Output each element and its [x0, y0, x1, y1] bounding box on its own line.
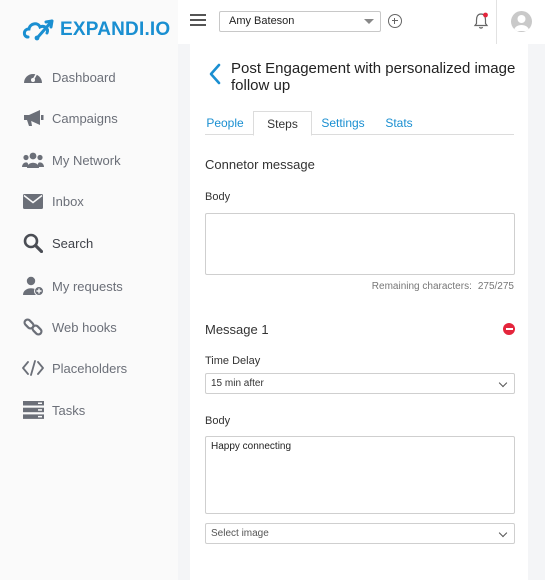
account-select-value: Amy Bateson	[229, 15, 295, 27]
tab-settings[interactable]: Settings	[318, 111, 368, 135]
remaining-characters: Remaining characters: 275/275	[372, 281, 514, 292]
rocket-cloud-logo-icon	[22, 19, 54, 41]
brand-logo[interactable]: EXPANDI.IO	[22, 14, 170, 46]
server-list-icon	[22, 399, 44, 421]
time-delay-select[interactable]: 15 min after	[205, 373, 515, 394]
connector-body-label: Body	[205, 191, 231, 203]
sidebar-item-my-requests[interactable]: My requests	[22, 275, 123, 297]
message-1-title: Message 1	[205, 322, 269, 337]
sidebar-item-campaigns[interactable]: Campaigns	[22, 107, 118, 129]
page-title: Post Engagement with personalized image …	[231, 60, 516, 94]
time-delay-label: Time Delay	[205, 355, 261, 367]
sidebar-item-inbox[interactable]: Inbox	[22, 190, 84, 212]
sidebar-item-my-network[interactable]: My Network	[22, 149, 121, 171]
add-circle-icon[interactable]	[388, 14, 402, 28]
dashboard-gauge-icon	[22, 66, 44, 88]
sidebar-item-label: My requests	[52, 278, 123, 294]
sidebar-item-label: Search	[52, 235, 94, 251]
tab-stats[interactable]: Stats	[383, 111, 415, 135]
chevron-down-icon	[498, 528, 508, 538]
sidebar-item-label: Dashboard	[52, 69, 116, 85]
megaphone-icon	[22, 107, 44, 129]
remove-message-icon[interactable]	[503, 323, 515, 335]
remaining-characters-label: Remaining characters:	[371, 281, 472, 292]
tab-people[interactable]: People	[205, 111, 245, 135]
sidebar-item-label: Inbox	[52, 193, 84, 209]
message-body-textarea[interactable]: Happy connecting	[205, 436, 515, 514]
user-plus-icon	[22, 275, 44, 297]
user-avatar-icon[interactable]	[511, 11, 532, 32]
notification-bell-icon[interactable]	[473, 12, 489, 30]
link-icon	[22, 316, 44, 338]
sidebar: EXPANDI.IO Dashboard Campaigns My Networ…	[0, 0, 178, 580]
top-bar-divider	[496, 0, 497, 44]
sidebar-item-label: Web hooks	[52, 319, 117, 335]
message-body-label: Body	[205, 415, 231, 427]
tab-bar: People Steps Settings Stats	[205, 111, 514, 136]
select-image-placeholder: Select image	[211, 528, 269, 539]
hamburger-menu-icon[interactable]	[190, 14, 206, 28]
brand-name: EXPANDI.IO	[60, 19, 171, 40]
envelope-icon	[22, 190, 44, 212]
sidebar-item-label: My Network	[52, 152, 121, 168]
select-image-dropdown[interactable]: Select image	[205, 523, 515, 544]
search-icon	[22, 232, 44, 254]
code-icon	[22, 357, 44, 379]
back-arrow-icon[interactable]	[208, 63, 222, 85]
tab-steps[interactable]: Steps	[253, 111, 312, 136]
sidebar-item-label: Campaigns	[52, 110, 118, 126]
sidebar-item-search[interactable]: Search	[22, 232, 93, 254]
campaign-editor-card: Post Engagement with personalized image …	[190, 44, 528, 580]
top-bar: Amy Bateson	[178, 0, 545, 44]
users-group-icon	[22, 149, 44, 171]
time-delay-value: 15 min after	[211, 378, 264, 389]
connector-message-title: Connetor message	[205, 157, 315, 172]
sidebar-item-label: Tasks	[52, 402, 86, 418]
sidebar-item-dashboard[interactable]: Dashboard	[22, 66, 116, 88]
sidebar-item-placeholders[interactable]: Placeholders	[22, 357, 127, 379]
account-select[interactable]: Amy Bateson	[219, 11, 381, 32]
sidebar-item-label: Placeholders	[52, 360, 128, 376]
chevron-down-icon	[498, 378, 508, 388]
connector-body-textarea[interactable]	[205, 213, 515, 275]
sidebar-item-web-hooks[interactable]: Web hooks	[22, 316, 117, 338]
remaining-characters-count: 275/275	[477, 281, 514, 292]
caret-down-icon	[364, 19, 374, 24]
sidebar-item-tasks[interactable]: Tasks	[22, 399, 85, 421]
